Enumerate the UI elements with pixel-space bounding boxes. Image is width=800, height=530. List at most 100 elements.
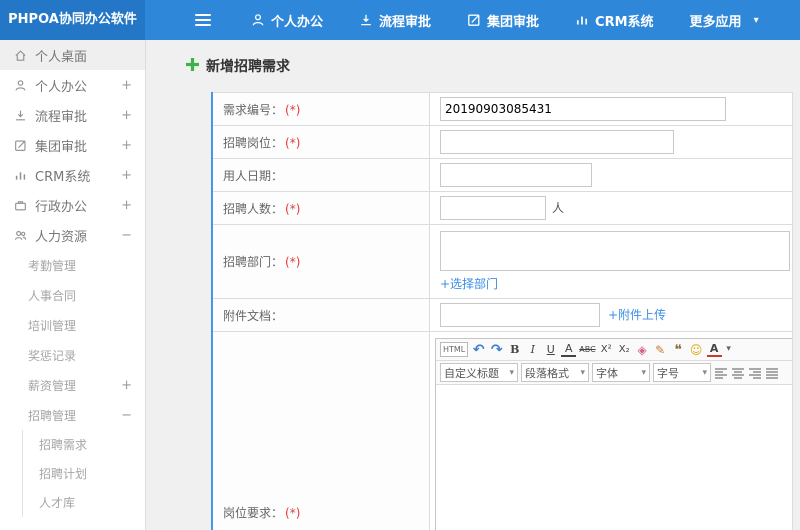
user-icon (14, 79, 27, 92)
font-family-dropdown[interactable]: 字体 ▾ (592, 363, 650, 382)
sidebar-item-personnel-contract[interactable]: 人事合同 (0, 280, 145, 310)
collapse-toggle[interactable]: − (121, 228, 132, 243)
nav-workflow-approval[interactable]: 流程审批 (359, 11, 431, 30)
field-label: 用人日期： (223, 168, 284, 183)
sidebar-item-admin-office[interactable]: 行政办公 + (0, 190, 145, 220)
recruitment-demand-form: 需求编号：(*) 招聘岗位：(*) 用人日期： 招聘人数：(*) (211, 92, 793, 530)
department-label-cell: 招聘部门： (*) (211, 224, 430, 299)
caret-down-icon: ▾ (509, 367, 514, 378)
page-head: 新增招聘需求 (186, 56, 800, 76)
paragraph-format-dropdown[interactable]: 段落格式 ▾ (521, 363, 589, 382)
attachment-label-cell: 附件文档： (211, 298, 430, 332)
use-date-input[interactable] (440, 163, 592, 187)
font-size-dropdown[interactable]: 字号 ▾ (653, 363, 711, 382)
sidebar-item-recruitment-demand[interactable]: 招聘需求 (23, 430, 145, 459)
editor-toolbar-row2: 自定义标题 ▾ 段落格式 ▾ 字体 ▾ 字号 ▾ (436, 361, 792, 385)
add-icon (186, 58, 199, 74)
caret-down-icon[interactable]: ▾ (725, 341, 733, 358)
department-textarea[interactable] (440, 231, 790, 271)
align-right-icon[interactable] (748, 366, 762, 380)
requirements-label-cell: 岗位要求： (*) (211, 331, 430, 530)
caret-down-icon: ▾ (580, 367, 585, 378)
edit-square-icon (467, 13, 481, 27)
emoticon-icon[interactable]: ☺ (689, 341, 704, 358)
editor-toolbar-row1: HTML ↶ ↷ B I U A ABC X² X₂ ◈ ✎ ❝ ☺ A ▾ (436, 339, 792, 361)
blockquote-icon[interactable]: ❝ (671, 341, 686, 358)
rich-text-editor: HTML ↶ ↷ B I U A ABC X² X₂ ◈ ✎ ❝ ☺ A ▾ 自… (435, 338, 793, 530)
underline-icon[interactable]: U (543, 341, 558, 358)
align-left-icon[interactable] (714, 366, 728, 380)
html-source-button[interactable]: HTML (440, 342, 469, 357)
bold-icon[interactable]: B (507, 341, 522, 358)
sidebar-item-attendance-management[interactable]: 考勤管理 (0, 250, 145, 280)
sidebar-item-group-approval[interactable]: 集团审批 + (0, 130, 145, 160)
nav-group-approval[interactable]: 集团审批 (467, 11, 539, 30)
field-label: 需求编号： (223, 102, 284, 117)
sidebar-item-recruitment-plan[interactable]: 招聘计划 (23, 459, 145, 488)
sidebar-item-human-resources[interactable]: 人力资源 − (0, 220, 145, 250)
expand-toggle[interactable]: + (121, 378, 132, 393)
nav-personal-office[interactable]: 个人办公 (251, 11, 323, 30)
home-icon (14, 49, 27, 62)
select-department-link[interactable]: +选择部门 (440, 275, 498, 292)
nav-crm-system[interactable]: CRM系统 (575, 11, 654, 30)
workflow-icon (14, 109, 27, 122)
headcount-label-cell: 招聘人数： (*) (211, 191, 430, 225)
undo-icon[interactable]: ↶ (471, 341, 486, 358)
required-mark: (*) (285, 255, 301, 269)
superscript-icon[interactable]: X² (599, 341, 614, 358)
caret-down-icon: ▾ (702, 367, 707, 378)
sidebar-item-talent-pool[interactable]: 人才库 (23, 488, 145, 517)
edit-square-icon (14, 139, 27, 152)
nav-more-apps[interactable]: 更多应用 ▾ (690, 11, 759, 30)
users-icon (14, 229, 27, 242)
position-input[interactable] (440, 130, 674, 154)
redo-icon[interactable]: ↷ (489, 341, 504, 358)
align-justify-icon[interactable] (765, 366, 779, 380)
headcount-input[interactable] (440, 196, 546, 220)
font-style-icon[interactable]: A (561, 342, 577, 357)
italic-icon[interactable]: I (525, 341, 540, 358)
recruitment-submenu: 招聘需求 招聘计划 人才库 (22, 430, 145, 517)
custom-heading-dropdown[interactable]: 自定义标题 ▾ (440, 363, 518, 382)
subscript-icon[interactable]: X₂ (617, 341, 632, 358)
strikethrough-icon[interactable]: ABC (579, 341, 595, 358)
sidebar-item-crm-system[interactable]: CRM系统 + (0, 160, 145, 190)
demand-no-label-cell: 需求编号： (*) (211, 92, 430, 126)
expand-toggle[interactable]: + (121, 138, 132, 153)
font-color-icon[interactable]: A (706, 342, 722, 357)
field-label: 招聘岗位： (223, 135, 284, 150)
sidebar-item-salary-management[interactable]: 薪资管理 + (0, 370, 145, 400)
sidebar-item-personal-office[interactable]: 个人办公 + (0, 70, 145, 100)
format-brush-icon[interactable]: ✎ (653, 341, 668, 358)
attachment-input[interactable] (440, 303, 600, 327)
top-header: PHPOA协同办公软件 个人办公 流程审批 集团审批 CRM系统 更多应用 ▾ (0, 0, 800, 40)
user-icon (251, 13, 265, 27)
sidebar-item-workflow-approval[interactable]: 流程审批 + (0, 100, 145, 130)
sidebar-item-training-management[interactable]: 培训管理 (0, 310, 145, 340)
briefcase-icon (14, 199, 27, 212)
page-title: 新增招聘需求 (206, 59, 290, 75)
field-label: 招聘部门： (223, 255, 284, 269)
headcount-unit: 人 (552, 200, 565, 215)
attachment-upload-link[interactable]: +附件上传 (608, 308, 666, 322)
required-mark: (*) (285, 102, 301, 117)
expand-toggle[interactable]: + (121, 198, 132, 213)
required-mark: (*) (285, 135, 301, 150)
field-label: 招聘人数： (223, 201, 284, 216)
field-label: 岗位要求： (223, 505, 284, 520)
hamburger-menu-icon[interactable] (195, 14, 211, 26)
sidebar-item-personal-desktop[interactable]: 个人桌面 (0, 40, 145, 70)
expand-toggle[interactable]: + (121, 108, 132, 123)
caret-down-icon: ▾ (753, 14, 759, 26)
demand-no-input[interactable] (440, 97, 726, 121)
align-center-icon[interactable] (731, 366, 745, 380)
expand-toggle[interactable]: + (121, 78, 132, 93)
expand-toggle[interactable]: + (121, 168, 132, 183)
editor-content[interactable] (436, 385, 792, 530)
collapse-toggle[interactable]: − (121, 408, 132, 423)
caret-down-icon: ▾ (641, 367, 646, 378)
remove-format-icon[interactable]: ◈ (635, 341, 650, 358)
sidebar-item-reward-punishment[interactable]: 奖惩记录 (0, 340, 145, 370)
sidebar-item-recruitment-management[interactable]: 招聘管理 − (0, 400, 145, 430)
